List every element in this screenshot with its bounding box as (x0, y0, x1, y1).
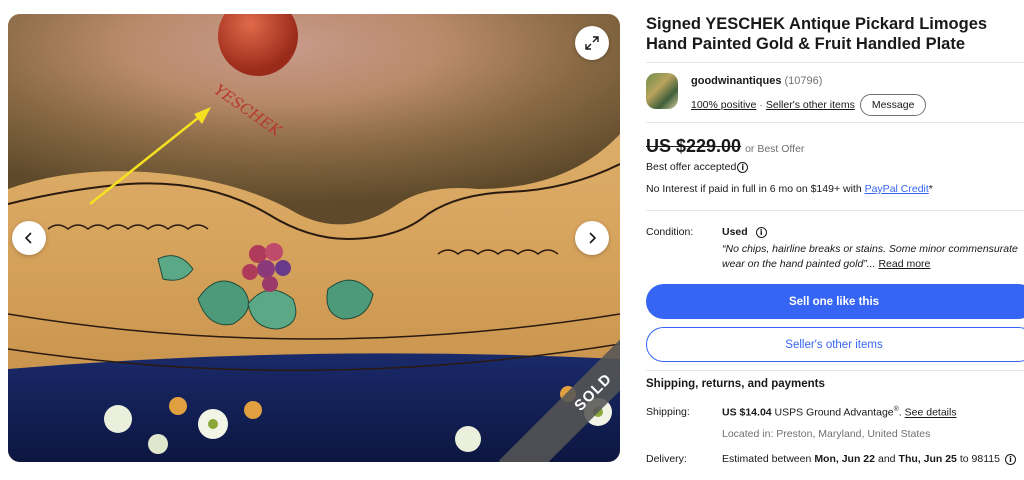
item-location: Located in: Preston, Maryland, United St… (722, 428, 931, 440)
item-photo[interactable]: YESCHEK (8, 14, 620, 462)
condition-value: Used i (722, 226, 767, 238)
paypal-credit-link[interactable]: PayPal Credit (865, 183, 929, 195)
financing-text: No Interest if paid in full in 6 mo on $… (646, 183, 865, 195)
condition-note-line2: wear on the hand painted gold”... (722, 258, 876, 270)
price: US $229.00 (646, 136, 742, 156)
best-offer-label: or Best Offer (745, 143, 805, 155)
sell-one-like-this-button[interactable]: Sell one like this (646, 284, 1024, 319)
condition-label: Condition: (646, 226, 694, 238)
message-button[interactable]: Message (859, 94, 927, 116)
item-title: Signed YESCHEK Antique Pickard Limoges H… (646, 15, 988, 53)
delivery-and: and (878, 453, 896, 465)
period: . (898, 406, 902, 419)
positive-feedback-link[interactable]: 100% positive (691, 99, 756, 111)
see-details-link[interactable]: See details (905, 407, 957, 419)
item-details-panel: Signed YESCHEK Antique Pickard Limoges H… (646, 14, 1024, 54)
shipping-service: USPS Ground Advantage (771, 406, 894, 419)
seller-other-items-link[interactable]: Seller's other items (766, 99, 855, 111)
seller-info: goodwinantiques (10796) (691, 75, 822, 87)
delivery-start-date: Mon, Jun 22 (814, 453, 875, 465)
seller-other-items-button[interactable]: Seller's other items (646, 327, 1024, 362)
chevron-right-icon (589, 232, 597, 244)
delivery-estimate: Estimated between Mon, Jun 22 and Thu, J… (722, 453, 1016, 465)
delivery-end-date: Thu, Jun 25 (898, 453, 957, 465)
delivery-prefix: Estimated between (722, 453, 812, 465)
chevron-left-icon (24, 232, 32, 244)
asterisk: * (928, 183, 933, 195)
info-icon[interactable]: i (755, 226, 767, 238)
image-gallery[interactable]: YESCHEK SOLD (8, 14, 620, 462)
previous-image-button[interactable] (12, 221, 46, 255)
condition-text: Used (722, 226, 748, 238)
divider (646, 122, 1024, 123)
best-offer-accepted: Best offer accepted i (646, 161, 749, 173)
next-image-button[interactable] (575, 221, 609, 255)
condition-note-line1: “No chips, hairline breaks or stains. So… (722, 243, 1018, 255)
best-offer-accepted-text: Best offer accepted (646, 161, 737, 173)
seller-name[interactable]: goodwinantiques (691, 75, 781, 87)
seller-avatar[interactable] (646, 73, 678, 109)
condition-description: “No chips, hairline breaks or stains. So… (722, 242, 1024, 272)
expand-icon (585, 36, 599, 50)
divider (646, 370, 1024, 371)
info-icon[interactable]: i (737, 161, 749, 173)
expand-button[interactable] (575, 26, 609, 60)
financing-note: No Interest if paid in full in 6 mo on $… (646, 183, 933, 195)
seller-links: 100% positive · Seller's other items Mes… (691, 94, 927, 116)
shipping-heading: Shipping, returns, and payments (646, 378, 825, 390)
shipping-label: Shipping: (646, 406, 690, 418)
read-more-link[interactable]: Read more (878, 258, 930, 270)
shipping-cost: US $14.04 (722, 406, 772, 419)
price-row: US $229.00 or Best Offer (646, 136, 804, 157)
delivery-zip: to 98115 (959, 453, 1000, 465)
seller-feedback-count: (10796) (784, 75, 823, 87)
seller-card: goodwinantiques (10796) 100% positive · … (646, 73, 1024, 117)
divider (646, 210, 1024, 211)
info-icon[interactable]: i (1004, 453, 1016, 465)
separator: · (759, 99, 763, 111)
divider (646, 62, 1024, 63)
shipping-value: US $14.04 USPS Ground Advantage®. See de… (722, 406, 957, 419)
delivery-label: Delivery: (646, 453, 687, 465)
